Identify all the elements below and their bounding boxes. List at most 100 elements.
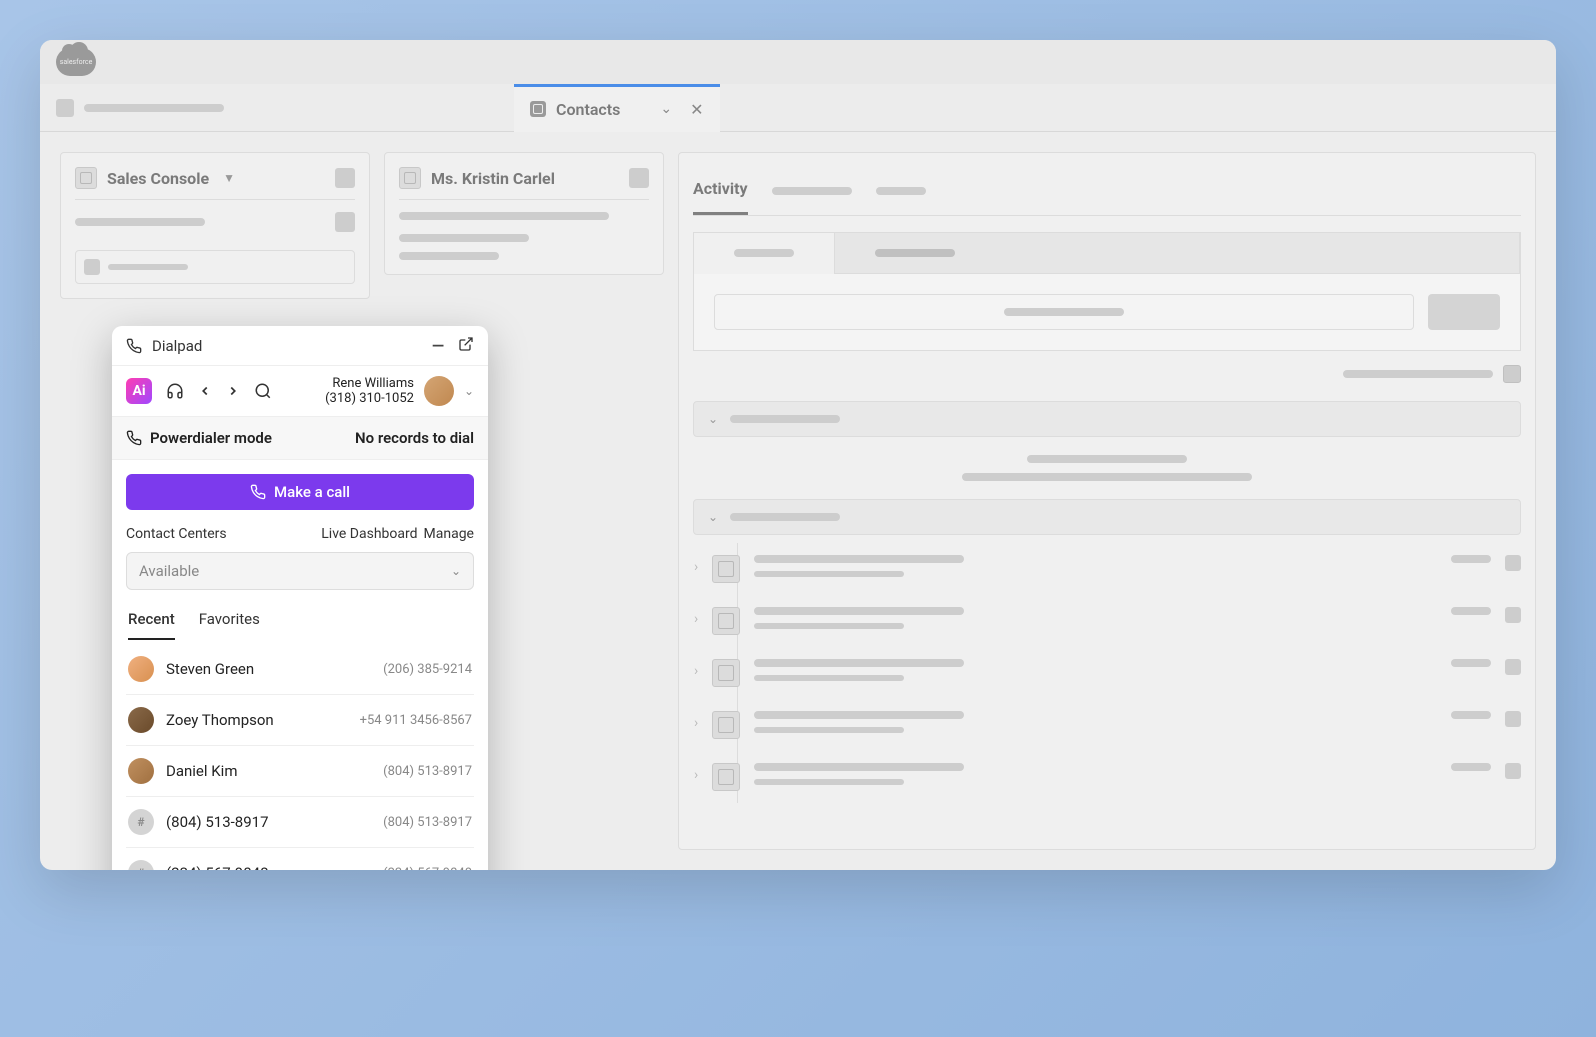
contact-name: Daniel Kim (166, 762, 237, 780)
activity-item[interactable]: › (694, 647, 1521, 699)
dialpad-toolbar: Ai Rene Williams (318) 310-1052 ⌄ (112, 366, 488, 417)
dialpad-title: Dialpad (152, 337, 202, 355)
placeholder-text (84, 104, 224, 112)
dialpad-body: Make a call Contact Centers Live Dashboa… (112, 460, 488, 870)
recent-calls-list: Steven Green (206) 385-9214 Zoey Thompson +… (126, 644, 474, 870)
salesforce-logo: salesforce (56, 48, 96, 76)
call-list-item[interactable]: Zoey Thompson +54 911 3456-8567 (126, 695, 474, 746)
contact-centers-row: Contact Centers Live Dashboard Manage (126, 526, 474, 542)
dialpad-header: Dialpad — (112, 326, 488, 366)
tab-recent[interactable]: Recent (128, 610, 175, 640)
contact-avatar (128, 758, 154, 784)
sidebar-title: Sales Console (107, 169, 209, 188)
placeholder-icon (335, 168, 355, 188)
activity-item[interactable]: › (694, 751, 1521, 803)
dropdown-caret-icon[interactable]: ▼ (223, 171, 235, 185)
contact-avatar: # (128, 809, 154, 835)
contact-name: Zoey Thompson (166, 711, 274, 729)
minimize-icon[interactable]: — (432, 336, 444, 355)
filter-icon[interactable] (1503, 365, 1521, 383)
manage-link[interactable]: Manage (424, 526, 474, 542)
status-select[interactable]: Available ⌄ (126, 552, 474, 590)
chevron-right-icon: › (694, 611, 698, 627)
composer (693, 232, 1521, 351)
contact-phone: (234) 567-9048 (383, 866, 472, 871)
close-icon[interactable]: ✕ (690, 100, 703, 119)
activity-tabs: Activity (693, 167, 1521, 216)
nav-forward-icon[interactable] (226, 384, 240, 398)
activity-item[interactable]: › (694, 595, 1521, 647)
mode-label: Powerdialer mode (150, 429, 272, 447)
chevron-right-icon: › (694, 559, 698, 575)
activity-item[interactable]: › (694, 543, 1521, 595)
call-list-item[interactable]: Steven Green (206) 385-9214 (126, 644, 474, 695)
chevron-right-icon: › (694, 715, 698, 731)
phone-icon (126, 430, 142, 446)
contact-name: Steven Green (166, 660, 254, 678)
popout-icon[interactable] (458, 336, 474, 352)
tab-placeholder[interactable] (56, 99, 224, 117)
tab-favorites[interactable]: Favorites (199, 610, 260, 640)
chevron-right-icon: › (694, 767, 698, 783)
chevron-right-icon: › (694, 663, 698, 679)
activity-type-icon (712, 711, 740, 739)
user-phone: (318) 310-1052 (325, 391, 414, 406)
nav-back-icon[interactable] (198, 384, 212, 398)
sales-console-panel: Sales Console ▼ (60, 152, 370, 299)
contact-avatar (128, 707, 154, 733)
contact-icon (399, 167, 421, 189)
search-placeholder[interactable] (75, 250, 355, 284)
collapse-section-1[interactable]: ⌄ (693, 401, 1521, 437)
contact-avatar: # (128, 860, 154, 870)
titlebar: salesforce (40, 40, 1556, 84)
user-menu-caret[interactable]: ⌄ (464, 384, 474, 398)
activity-panel: Activity (678, 152, 1536, 850)
placeholder-icon (56, 99, 74, 117)
activity-item[interactable]: › (694, 699, 1521, 751)
chevron-down-icon[interactable]: ⌄ (660, 101, 672, 117)
contact-centers-label: Contact Centers (126, 526, 227, 542)
contact-phone: (804) 513-8917 (383, 815, 472, 830)
tab-activity[interactable]: Activity (693, 167, 748, 215)
phone-icon (250, 484, 266, 500)
user-avatar[interactable] (424, 376, 454, 406)
mode-status: No records to dial (355, 429, 474, 447)
make-call-button[interactable]: Make a call (126, 474, 474, 510)
call-tabs: Recent Favorites (126, 610, 474, 640)
tab-label: Contacts (556, 100, 620, 119)
user-name: Rene Williams (325, 376, 414, 391)
activity-type-icon (712, 659, 740, 687)
phone-icon (126, 338, 142, 354)
contact-phone: +54 911 3456-8567 (360, 713, 472, 728)
chevron-down-icon: ⌄ (708, 412, 718, 426)
chevron-down-icon: ⌄ (451, 564, 461, 578)
live-dashboard-link[interactable]: Live Dashboard (321, 526, 417, 542)
composer-tab-2[interactable] (835, 233, 1520, 274)
chevron-down-icon: ⌄ (708, 510, 718, 524)
contact-name: Ms. Kristin Carlel (431, 169, 555, 188)
dialpad-widget: Dialpad — Ai Rene Williams (318) 310-105… (112, 326, 488, 870)
salesforce-window: salesforce Contacts ⌄ ✕ Sales Console ▼ (40, 40, 1556, 870)
composer-submit[interactable] (1428, 294, 1500, 330)
tabs-row: Contacts ⌄ ✕ (40, 84, 1556, 132)
search-icon[interactable] (254, 382, 272, 400)
powerdialer-row: Powerdialer mode No records to dial (112, 417, 488, 460)
tab-contacts[interactable]: Contacts ⌄ ✕ (514, 84, 720, 132)
contact-name: (804) 513-8917 (166, 813, 269, 831)
composer-tab-1[interactable] (694, 233, 835, 274)
contact-icon (530, 101, 546, 117)
collapse-section-2[interactable]: ⌄ (693, 499, 1521, 535)
dialpad-logo[interactable]: Ai (126, 378, 152, 404)
contact-phone: (804) 513-8917 (383, 764, 472, 779)
call-list-item[interactable]: #(234) 567-9048(234) 567-9048 (126, 848, 474, 870)
call-list-item[interactable]: Daniel Kim (804) 513-8917 (126, 746, 474, 797)
composer-input[interactable] (714, 294, 1414, 330)
contact-phone: (206) 385-9214 (383, 662, 472, 677)
console-icon (75, 167, 97, 189)
contact-avatar (128, 656, 154, 682)
headphones-icon[interactable] (166, 382, 184, 400)
call-list-item[interactable]: # (804) 513-8917 (804) 513-8917 (126, 797, 474, 848)
user-info: Rene Williams (318) 310-1052 (325, 376, 414, 406)
activity-type-icon (712, 763, 740, 791)
activity-type-icon (712, 607, 740, 635)
